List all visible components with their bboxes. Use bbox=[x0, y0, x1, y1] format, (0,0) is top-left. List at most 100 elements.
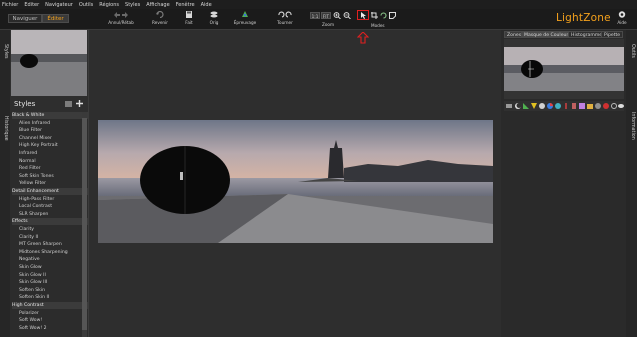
menu-edit[interactable]: Editer bbox=[24, 2, 39, 8]
menu-styles[interactable]: Styles bbox=[125, 2, 140, 8]
toolbar: Naviguer Éditer Annul/Rétab Revenir Fait… bbox=[0, 9, 637, 30]
list-item[interactable]: Polarizer bbox=[12, 310, 88, 317]
right-sidebar-strip: Outils Information bbox=[626, 30, 637, 337]
list-item[interactable]: Soft Wow! 2 bbox=[12, 325, 88, 332]
list-item[interactable]: Skin Glow II bbox=[12, 272, 88, 279]
information-strip-tab[interactable]: Information bbox=[630, 112, 635, 140]
folder-icon[interactable] bbox=[587, 103, 593, 109]
list-item[interactable]: Soften Skin bbox=[12, 287, 88, 294]
menu-browser[interactable]: Navigateur bbox=[45, 2, 73, 8]
menu-window[interactable]: Fenêtre bbox=[176, 2, 195, 8]
revert-icon bbox=[156, 11, 164, 18]
list-item[interactable]: Red Filter bbox=[12, 165, 88, 172]
list-item[interactable]: Detail Enhancement bbox=[12, 188, 88, 195]
mode-group: Modes bbox=[357, 10, 399, 30]
tab-edit[interactable]: Éditer bbox=[42, 14, 69, 23]
save-icon bbox=[186, 11, 192, 18]
styles-strip-tab[interactable]: Styles bbox=[3, 44, 8, 59]
monitor-icon[interactable] bbox=[506, 103, 512, 109]
done-button[interactable]: Fait bbox=[176, 11, 202, 29]
zoom-in-icon[interactable] bbox=[333, 12, 341, 19]
rotate-label: Tourner bbox=[277, 20, 293, 25]
list-item[interactable]: Infrared bbox=[12, 150, 88, 157]
history-strip-tab[interactable]: Historique bbox=[3, 116, 8, 141]
proof-button[interactable]: Épreuvage bbox=[232, 11, 258, 29]
image-canvas[interactable] bbox=[88, 30, 501, 337]
list-item[interactable]: Normal bbox=[12, 158, 88, 165]
list-item[interactable]: Skin Glow III bbox=[12, 279, 88, 286]
list-item[interactable]: Skin Glow bbox=[12, 264, 88, 271]
tone-curve-icon[interactable] bbox=[523, 103, 529, 109]
list-item[interactable]: Midtones Sharpening bbox=[12, 249, 88, 256]
zoom-out-icon[interactable] bbox=[343, 12, 351, 19]
arrow-tool-button[interactable] bbox=[357, 10, 369, 20]
list-item[interactable]: Black & White bbox=[12, 112, 88, 119]
zoom-fit-button[interactable]: FIT bbox=[321, 12, 331, 19]
spot-icon[interactable] bbox=[603, 103, 609, 109]
list-item[interactable]: MT Green Sharpen bbox=[12, 241, 88, 248]
rotate-tool-icon[interactable] bbox=[380, 12, 387, 19]
tab-eyedropper[interactable]: Pipette bbox=[601, 31, 624, 38]
revert-button[interactable]: Revenir bbox=[147, 11, 173, 29]
scrollbar-thumb[interactable] bbox=[82, 118, 87, 330]
list-view-icon[interactable] bbox=[65, 101, 72, 107]
region-tool-icon[interactable] bbox=[389, 12, 396, 19]
rotate-button[interactable]: Tourner bbox=[272, 11, 298, 29]
mode-label: Modes bbox=[371, 23, 385, 28]
redeye-icon[interactable] bbox=[595, 103, 601, 109]
zoom-group: 1:1 FIT Zoom bbox=[310, 11, 352, 29]
noise-icon[interactable] bbox=[571, 103, 577, 109]
left-sidebar-strip: Styles Historique bbox=[0, 30, 10, 337]
menu-file[interactable]: Fichier bbox=[2, 2, 18, 8]
crop-icon[interactable] bbox=[371, 12, 378, 19]
color-wheel-icon[interactable] bbox=[547, 103, 553, 109]
undo-redo-label: Annul/Rétab bbox=[108, 20, 134, 25]
list-item[interactable]: High Key Portrait bbox=[12, 142, 88, 149]
list-item[interactable]: Clarity bbox=[12, 226, 88, 233]
arrow-icon bbox=[361, 12, 366, 19]
list-item[interactable]: SLR Sharpen bbox=[12, 211, 88, 218]
styles-scrollbar[interactable] bbox=[82, 112, 87, 337]
lens-icon[interactable] bbox=[611, 103, 617, 109]
layers-icon bbox=[210, 11, 218, 18]
undo-redo-icon bbox=[114, 12, 128, 18]
list-item[interactable]: High Contrast bbox=[12, 302, 88, 309]
help-button[interactable]: Aide bbox=[612, 11, 632, 29]
menu-tools[interactable]: Outils bbox=[79, 2, 93, 8]
list-item[interactable]: Blue Filter bbox=[12, 127, 88, 134]
eyedropper-icon bbox=[242, 11, 248, 17]
add-style-icon[interactable] bbox=[76, 100, 83, 107]
menu-help[interactable]: Aide bbox=[201, 2, 212, 8]
tab-color-mask[interactable]: Masque de Couleur bbox=[521, 31, 572, 38]
menu-view[interactable]: Affichage bbox=[146, 2, 170, 8]
hue-icon[interactable] bbox=[579, 103, 585, 109]
list-item[interactable]: High-Pass Filter bbox=[12, 196, 88, 203]
original-button[interactable]: Orig bbox=[201, 11, 227, 29]
eye-icon[interactable] bbox=[618, 103, 624, 109]
list-item[interactable]: Alien Infrared bbox=[12, 120, 88, 127]
list-item[interactable]: Clarity II bbox=[12, 234, 88, 241]
tab-histogram[interactable]: Histogramme bbox=[568, 31, 606, 38]
undo-redo-button[interactable]: Annul/Rétab bbox=[106, 11, 136, 29]
list-item[interactable]: Soften Skin II bbox=[12, 294, 88, 301]
list-item[interactable]: Local Contrast bbox=[12, 203, 88, 210]
list-item[interactable]: Effects bbox=[12, 218, 88, 226]
zoom-1to1-button[interactable]: 1:1 bbox=[310, 12, 320, 19]
tab-browse[interactable]: Naviguer bbox=[8, 14, 42, 23]
menu-regions[interactable]: Régions bbox=[99, 2, 119, 8]
list-item[interactable]: Channel Mixer bbox=[12, 135, 88, 142]
triangle-icon[interactable] bbox=[531, 103, 537, 109]
list-item[interactable]: Negative bbox=[12, 256, 88, 263]
white-balance-icon[interactable] bbox=[539, 103, 545, 109]
list-item[interactable]: Soft Wow! bbox=[12, 317, 88, 324]
rotate-icon bbox=[278, 11, 292, 18]
done-label: Fait bbox=[185, 20, 193, 25]
sharpen-icon[interactable] bbox=[563, 103, 569, 109]
moon-icon[interactable] bbox=[515, 103, 521, 109]
list-item[interactable]: Yellow Filter bbox=[12, 180, 88, 187]
pointer-hint-icon bbox=[357, 32, 369, 44]
list-item[interactable]: Soft Skin Tones bbox=[12, 173, 88, 180]
tools-strip-tab[interactable]: Outils bbox=[630, 44, 635, 58]
color-balance-icon[interactable] bbox=[555, 103, 561, 109]
styles-panel: Styles Black & White Alien Infrared Blue… bbox=[10, 30, 88, 337]
